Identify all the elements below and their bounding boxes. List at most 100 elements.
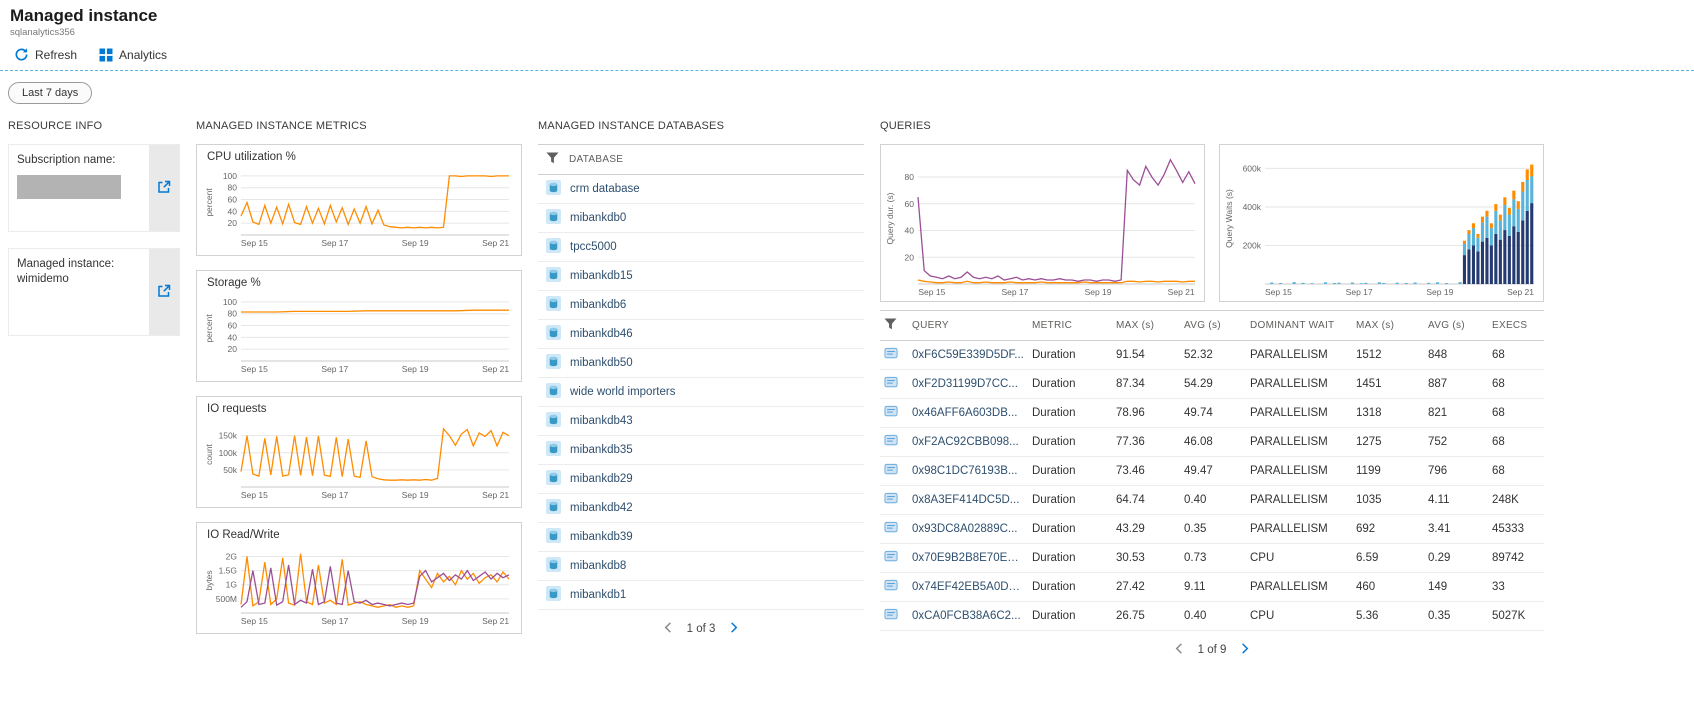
query-hash: 0xF2D31199D7CC... [908, 369, 1028, 399]
query-max: 91.54 [1112, 340, 1180, 370]
refresh-icon [14, 47, 29, 62]
query-row[interactable]: 0xF2D31199D7CC... Duration 87.34 54.29 P… [880, 369, 1544, 399]
query-max: 77.36 [1112, 427, 1180, 457]
page-indicator: 1 of 3 [686, 623, 716, 635]
database-name: crm database [570, 183, 640, 195]
query-duration-chart: 20 40 60 80 Query dur. (s) Sep 15 Sep 17 Sep 19… [884, 148, 1201, 298]
query-execs: 45333 [1488, 514, 1544, 544]
database-row[interactable]: mibankdb39 [538, 523, 864, 552]
query-wait-avg: 752 [1424, 427, 1488, 457]
svg-text:Sep 17: Sep 17 [321, 364, 348, 374]
subscription-label: Subscription name: [17, 154, 116, 166]
svg-text:Sep 17: Sep 17 [321, 238, 348, 248]
svg-text:Sep 17: Sep 17 [321, 490, 348, 500]
database-name: mibankdb1 [570, 589, 627, 601]
svg-text:Sep 19: Sep 19 [402, 364, 429, 374]
query-row[interactable]: 0xF6C59E339D5DF... Duration 91.54 52.32 … [880, 340, 1544, 370]
query-metric: Duration [1028, 572, 1112, 602]
query-execs: 33 [1488, 572, 1544, 602]
svg-text:80: 80 [905, 172, 915, 182]
io-requests-card: IO requests 50k 100k 150k count Sep 15 Sep 17… [196, 396, 522, 508]
svg-text:40: 40 [228, 206, 238, 216]
svg-text:Query dur. (s): Query dur. (s) [885, 192, 895, 244]
query-hash: 0x93DC8A02889C... [908, 514, 1028, 544]
query-max: 87.34 [1112, 369, 1180, 399]
database-icon [546, 383, 561, 401]
svg-text:60: 60 [228, 321, 238, 331]
query-row[interactable]: 0xCA0FCB38A6C2... Duration 26.75 0.40 CP… [880, 601, 1544, 631]
analytics-button[interactable]: Analytics [99, 48, 167, 62]
query-row[interactable]: 0x70E9B2B8E70EC... Duration 30.53 0.73 C… [880, 543, 1544, 573]
database-name: mibankdb42 [570, 502, 633, 514]
database-row[interactable]: mibankdb43 [538, 407, 864, 436]
database-row[interactable]: mibankdb42 [538, 494, 864, 523]
query-max: 30.53 [1112, 543, 1180, 573]
queries-header-row: QUERY METRIC MAX (s) AVG (s) DOMINANT WAIT MA… [880, 310, 1544, 341]
query-wait-max: 1451 [1352, 369, 1424, 399]
analytics-label: Analytics [119, 47, 168, 62]
svg-text:150k: 150k [219, 431, 238, 441]
database-row[interactable]: mibankdb35 [538, 436, 864, 465]
query-max: 73.46 [1112, 456, 1180, 486]
query-wait-max: 1275 [1352, 427, 1424, 457]
queries-column-header: AVG (s) [1424, 310, 1488, 341]
svg-text:40: 40 [905, 226, 915, 236]
database-row[interactable]: mibankdb6 [538, 291, 864, 320]
database-icon [546, 528, 561, 546]
queries-column-header: METRIC [1028, 310, 1112, 341]
chevron-right-icon [1238, 642, 1251, 658]
query-max: 26.75 [1112, 601, 1180, 631]
svg-text:Sep 19: Sep 19 [402, 238, 429, 248]
database-row[interactable]: mibankdb15 [538, 262, 864, 291]
chevron-right-icon [727, 621, 740, 637]
svg-text:Sep 15: Sep 15 [241, 490, 268, 500]
analytics-icon [99, 48, 113, 62]
database-icon [546, 470, 561, 488]
database-row[interactable]: mibankdb0 [538, 204, 864, 233]
database-row[interactable]: mibankdb29 [538, 465, 864, 494]
database-icon [546, 325, 561, 343]
database-name: mibankdb8 [570, 560, 627, 572]
query-row[interactable]: 0x93DC8A02889C... Duration 43.29 0.35 PA… [880, 514, 1544, 544]
svg-text:600k: 600k [1243, 163, 1262, 173]
query-wait-max: 5.36 [1352, 601, 1424, 631]
query-row[interactable]: 0x8A3EF414DC5D... Duration 64.74 0.40 PA… [880, 485, 1544, 515]
query-row[interactable]: 0xF2AC92CBB098... Duration 77.36 46.08 P… [880, 427, 1544, 457]
filter-icon[interactable] [546, 152, 559, 167]
refresh-button[interactable]: Refresh [14, 47, 77, 62]
prev-page-button[interactable] [1173, 642, 1186, 658]
database-row[interactable]: crm database [538, 175, 864, 204]
main-content: RESOURCE INFO Subscription name: Managed… [0, 114, 1694, 669]
query-execs: 68 [1488, 398, 1544, 428]
query-row[interactable]: 0x46AFF6A603DB... Duration 78.96 49.74 P… [880, 398, 1544, 428]
subscription-open-link[interactable] [149, 145, 179, 231]
next-page-button[interactable] [727, 621, 740, 637]
query-metric: Duration [1028, 601, 1112, 631]
database-row[interactable]: tpcc5000 [538, 233, 864, 262]
svg-text:50k: 50k [223, 465, 237, 475]
storage-chart: 20 40 60 80 100 percent Sep 15 Sep 17 Sep 19 Sep … [203, 291, 515, 375]
query-row[interactable]: 0x98C1DC76193B... Duration 73.46 49.47 P… [880, 456, 1544, 486]
next-page-button[interactable] [1238, 642, 1251, 658]
database-row[interactable]: mibankdb1 [538, 581, 864, 610]
query-row[interactable]: 0x74EF42EB5A0D1... Duration 27.42 9.11 P… [880, 572, 1544, 602]
svg-text:100: 100 [223, 171, 237, 181]
database-row[interactable]: mibankdb46 [538, 320, 864, 349]
database-row[interactable]: mibankdb8 [538, 552, 864, 581]
prev-page-button[interactable] [662, 621, 675, 637]
managed-instance-open-link[interactable] [149, 249, 179, 335]
query-hash: 0x8A3EF414DC5D... [908, 485, 1028, 515]
io-requests-chart: 50k 100k 150k count Sep 15 Sep 17 Sep 19 Sep 21 [203, 417, 515, 501]
database-name: mibankdb35 [570, 444, 633, 456]
query-hash: 0x74EF42EB5A0D1... [908, 572, 1028, 602]
svg-text:Sep 17: Sep 17 [321, 616, 348, 626]
database-row[interactable]: mibankdb50 [538, 349, 864, 378]
query-waits-card: 200k 400k 600k Query Waits (s) Sep 15 Sep 17 S… [1219, 144, 1544, 302]
queries-column-header: MAX (s) [1112, 310, 1180, 341]
time-range-pill[interactable]: Last 7 days [8, 82, 93, 104]
database-row[interactable]: wide world importers [538, 378, 864, 407]
io-read-write-card: IO Read/Write 500M 1G 1.5G 2G bytes Sep 15 Sep… [196, 522, 522, 634]
filter-icon[interactable] [880, 310, 908, 341]
query-wait-avg: 821 [1424, 398, 1488, 428]
page-indicator: 1 of 9 [1197, 644, 1227, 656]
